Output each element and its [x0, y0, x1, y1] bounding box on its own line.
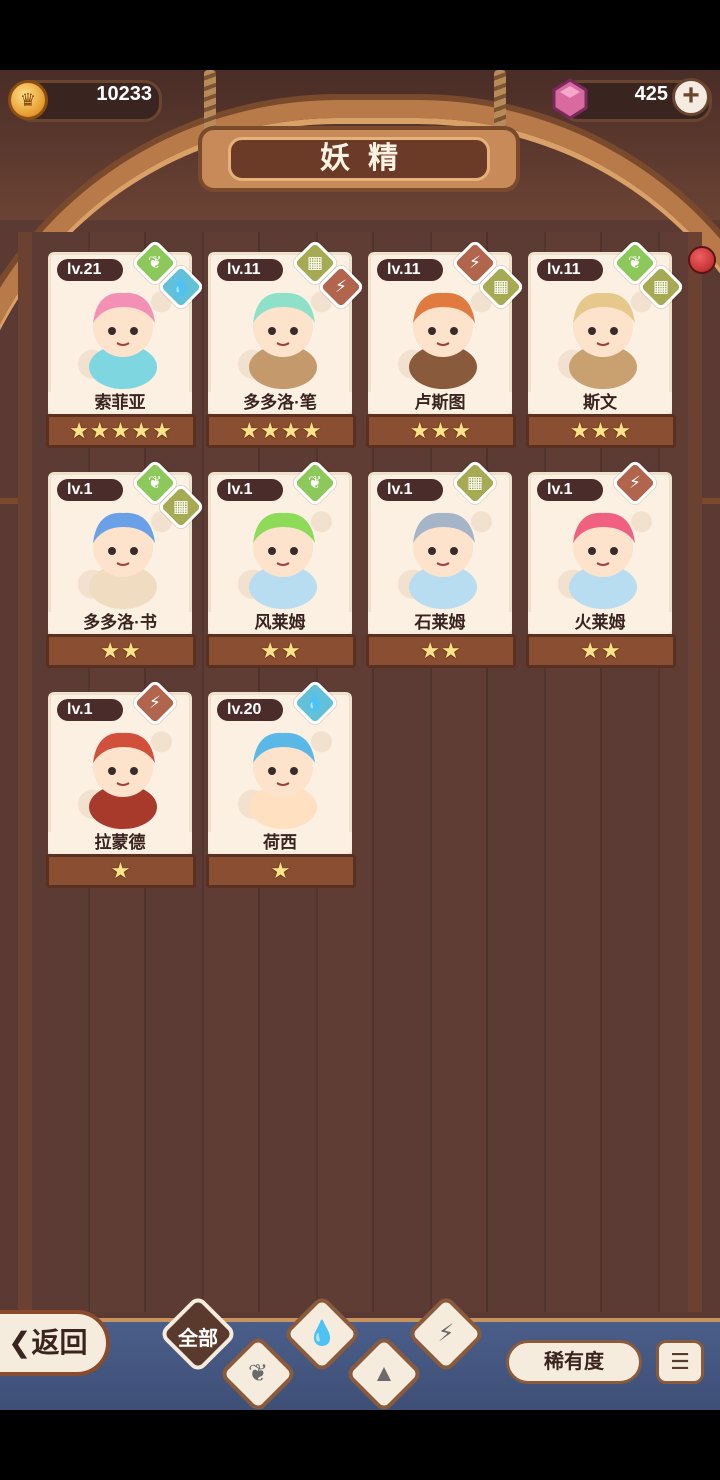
- rock-icon: ▦: [652, 277, 670, 296]
- star-rating: ★★★: [569, 418, 633, 443]
- fairy-card[interactable]: lv.11 多多洛·笔 ▦ ⚡ ★★★★: [206, 238, 366, 452]
- level-tag: lv.11: [377, 259, 443, 281]
- fairy-name: 多多洛·书: [48, 612, 192, 634]
- star-rating-bar: ★★★: [366, 414, 516, 448]
- level-tag: lv.20: [217, 699, 283, 721]
- rock-icon: ▦: [466, 473, 484, 492]
- star-rating: ★★★: [409, 418, 473, 443]
- rock-icon: ▦: [492, 277, 510, 296]
- star-rating: ★★★★: [239, 418, 323, 443]
- fairy-portrait: [569, 512, 637, 609]
- water-drop-icon: 💧: [307, 1320, 337, 1347]
- page-title: 妖精: [228, 137, 490, 181]
- coin-value: 10233: [96, 83, 152, 105]
- fairy-card[interactable]: lv.1 风莱姆 ❦ ★★: [206, 458, 356, 672]
- filter-all-label: 全部: [178, 1328, 218, 1350]
- fairy-card[interactable]: lv.20 荷西 💧 ★: [206, 678, 356, 892]
- fairy-card[interactable]: lv.1 石莱姆 ▦ ★★: [366, 458, 516, 672]
- star-rating-bar: ★★★★: [206, 414, 356, 448]
- coin-icon: ♛: [8, 80, 48, 120]
- volcano-icon: ⚡: [437, 1320, 455, 1347]
- fairy-name: 风莱姆: [208, 612, 352, 634]
- star-rating: ★★: [420, 638, 462, 663]
- fairy-card[interactable]: lv.11 卢斯图 ⚡ ▦ ★★★: [366, 238, 526, 452]
- star-rating-bar: ★★: [206, 634, 356, 668]
- star-rating: ★★★★★: [69, 418, 173, 443]
- fairy-portrait: [249, 732, 317, 829]
- fairy-portrait: [409, 512, 477, 609]
- fairy-name: 斯文: [528, 392, 672, 414]
- level-tag: lv.11: [217, 259, 283, 281]
- star-rating: ★★: [260, 638, 302, 663]
- back-button[interactable]: ❮返回: [0, 1310, 110, 1376]
- back-arrow-icon: ❮: [8, 1327, 32, 1358]
- fire-icon: ⚡: [149, 693, 161, 712]
- star-rating-bar: ★: [206, 854, 356, 888]
- star-rating: ★★: [580, 638, 622, 663]
- rarity-sort-button[interactable]: 稀有度: [506, 1340, 642, 1384]
- fairy-card[interactable]: lv.21 索菲亚 ❦ 💧 ★★★★★: [46, 238, 206, 452]
- add-gems-button[interactable]: +: [672, 78, 710, 116]
- fairy-card[interactable]: lv.1 多多洛·书 ❦ ▦ ★★: [46, 458, 206, 672]
- star-rating-bar: ★★: [46, 634, 196, 668]
- sort-order-button[interactable]: ☰: [656, 1340, 704, 1384]
- level-tag: lv.21: [57, 259, 123, 281]
- grass-icon: ❦: [307, 473, 323, 492]
- gem-value: 425: [634, 83, 668, 105]
- star-rating-bar: ★★: [526, 634, 676, 668]
- back-label: 返回: [31, 1327, 88, 1358]
- fairy-name: 卢斯图: [368, 392, 512, 414]
- star-rating-bar: ★★★★★: [46, 414, 196, 448]
- level-tag: lv.1: [217, 479, 283, 501]
- star-rating: ★: [110, 858, 132, 883]
- fairy-name: 多多洛·笔: [208, 392, 352, 414]
- fairy-portrait: [89, 732, 157, 829]
- fire-icon: ⚡: [335, 277, 347, 296]
- gem-icon: [552, 78, 588, 120]
- leaf-icon: ❦: [247, 1360, 269, 1387]
- fairy-card[interactable]: lv.11 斯文 ❦ ▦ ★★★: [526, 238, 686, 452]
- level-tag: lv.1: [57, 479, 123, 501]
- star-rating: ★★: [100, 638, 142, 663]
- level-tag: lv.1: [57, 699, 123, 721]
- status-bar: [0, 0, 720, 70]
- level-tag: lv.1: [377, 479, 443, 501]
- system-nav-bar: [0, 1410, 720, 1480]
- fairy-card[interactable]: lv.1 火莱姆 ⚡ ★★: [526, 458, 676, 672]
- rock-icon: ▦: [172, 497, 190, 516]
- fairy-name: 荷西: [208, 832, 352, 854]
- star-rating-bar: ★★★: [526, 414, 676, 448]
- star-rating: ★: [270, 858, 292, 883]
- level-tag: lv.1: [537, 479, 603, 501]
- fairy-name: 石莱姆: [368, 612, 512, 634]
- star-rating-bar: ★★: [366, 634, 516, 668]
- level-tag: lv.11: [537, 259, 603, 281]
- fairy-name: 索菲亚: [48, 392, 192, 414]
- fairy-name: 拉蒙德: [48, 832, 192, 854]
- water-icon: 💧: [304, 693, 326, 712]
- fairy-name: 火莱姆: [528, 612, 672, 634]
- notification-dot[interactable]: [688, 246, 716, 274]
- game-screen: ♛ 10233 425 + 妖精 lv.21 索菲亚 ❦ 💧 ★★★★★ lv.11 多多洛…: [0, 0, 720, 1480]
- water-icon: 💧: [170, 277, 192, 296]
- mountain-icon: ▲: [372, 1360, 396, 1387]
- fire-icon: ⚡: [629, 473, 641, 492]
- fairy-card[interactable]: lv.1 拉蒙德 ⚡ ★: [46, 678, 196, 892]
- fairy-portrait: [249, 512, 317, 609]
- star-rating-bar: ★: [46, 854, 196, 888]
